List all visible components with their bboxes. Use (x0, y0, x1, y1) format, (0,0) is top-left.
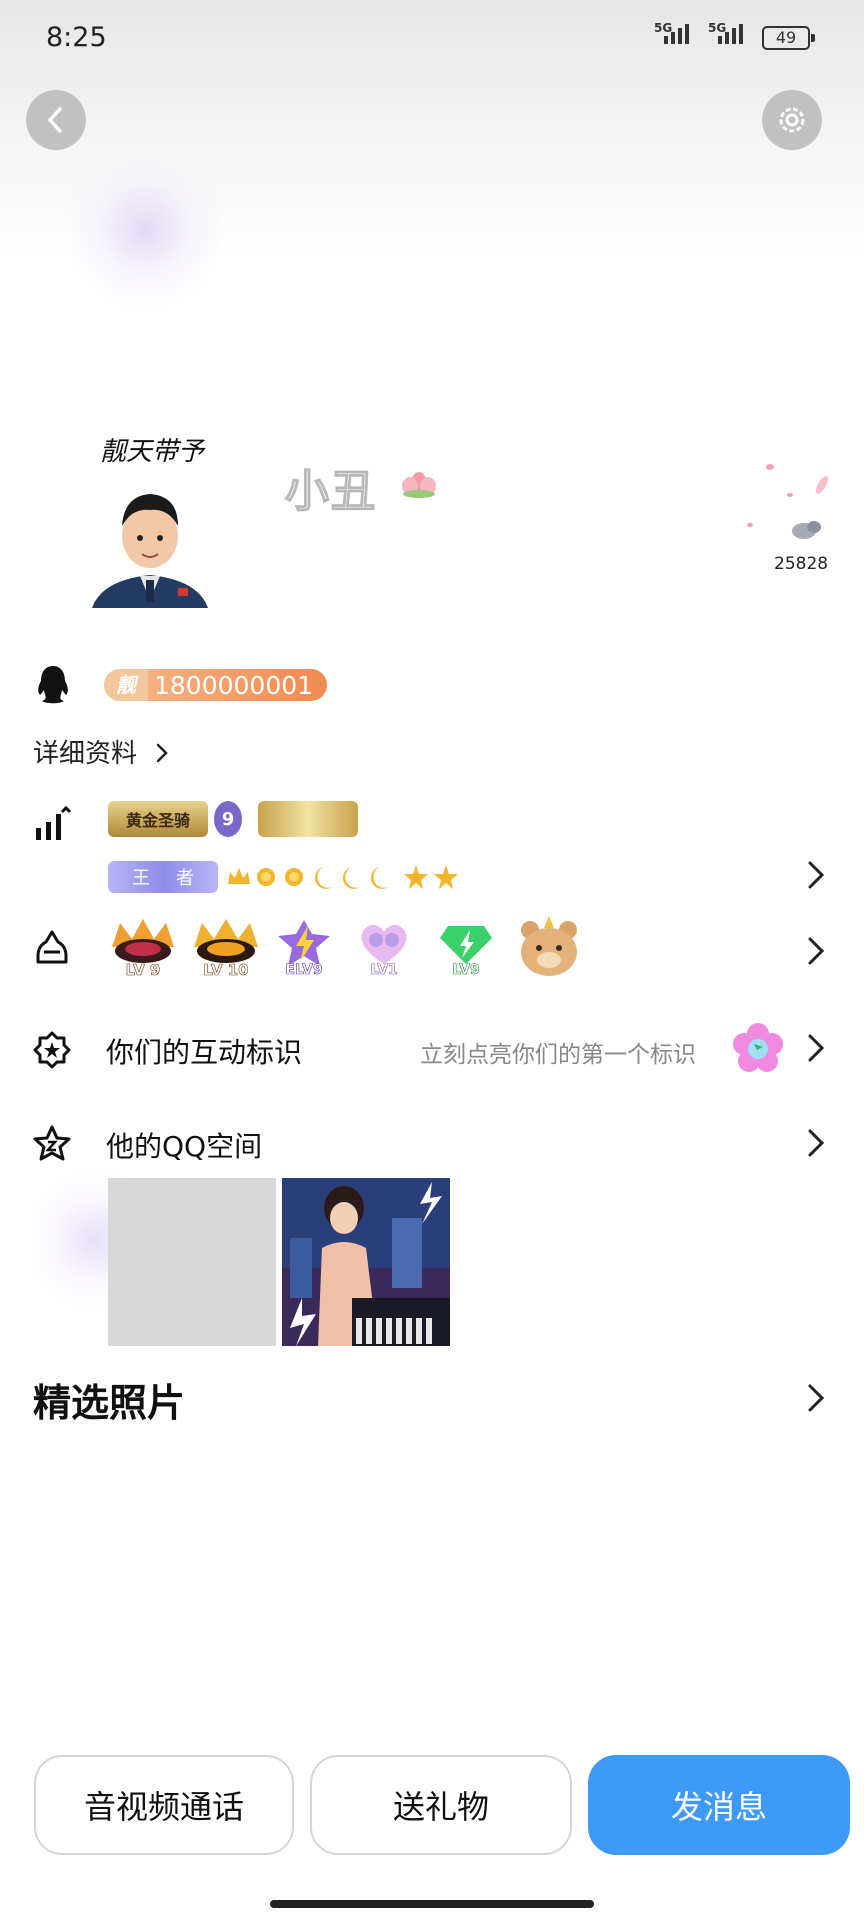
rank-trend-icon (36, 805, 72, 840)
game-rank-badge[interactable] (258, 801, 358, 837)
qq-number-badge[interactable]: 靓 1800000001 (104, 669, 328, 701)
qzone-thumbnail[interactable] (108, 1178, 276, 1346)
battery-icon: 49 (762, 26, 815, 50)
signal-icon: 5G (708, 21, 743, 44)
game-rank-badge[interactable]: 黄金圣骑 (108, 801, 208, 837)
achievement-icon (36, 930, 68, 964)
chevron-right-icon[interactable] (804, 933, 828, 969)
likes-count: 25828 (774, 554, 829, 574)
back-arrow-icon (48, 107, 62, 133)
like-petals-icon[interactable] (730, 455, 850, 555)
badge-star-icon (33, 1031, 71, 1069)
qq-number: 1800000001 (154, 670, 314, 700)
gem-medal-icon (440, 926, 492, 964)
rank-number-badge: 9 (214, 801, 242, 837)
send-gift-button[interactable]: 送礼物 (310, 1755, 572, 1855)
send-message-button[interactable]: 发消息 (588, 1755, 850, 1855)
achievement-medal[interactable]: LV1 (352, 914, 416, 982)
lotus-icon (402, 472, 436, 498)
home-indicator[interactable] (270, 1900, 594, 1908)
qzone-thumbnail[interactable] (282, 1178, 450, 1346)
crown-medal-icon (112, 919, 174, 963)
chevron-right-icon[interactable] (804, 1380, 828, 1416)
qzone-star-icon (33, 1125, 71, 1161)
svg-text:靓天带予: 靓天带予 (100, 437, 206, 467)
achievement-medal[interactable]: LV 10 (188, 914, 264, 982)
gear-icon (779, 107, 805, 133)
settings-button[interactable] (762, 90, 822, 150)
status-bar: 8:25 5G 5G 49 (0, 0, 864, 80)
signal-icon: 5G (654, 21, 689, 44)
heart-medal-icon (361, 924, 407, 964)
nickname: 小丑 (284, 465, 377, 517)
chevron-right-icon (157, 743, 169, 763)
level-stars-icon (228, 865, 458, 889)
qq-penguin-icon (38, 666, 68, 704)
chevron-right-icon[interactable] (804, 857, 828, 893)
detail-info-label: 详细资料 (33, 739, 138, 769)
background-sparkle (70, 140, 220, 320)
chevron-right-icon[interactable] (804, 1125, 828, 1161)
crown-medal-icon (194, 919, 258, 963)
interaction-hint[interactable]: 立刻点亮你们的第一个标识 (420, 1035, 696, 1069)
pretty-number-tag: 靓 (104, 669, 148, 701)
achievement-medal[interactable]: LV9 (434, 914, 498, 982)
achievement-medal[interactable]: ELV9 (272, 914, 336, 982)
king-rank-badge[interactable]: 王 者 (108, 861, 218, 893)
achievement-medal[interactable]: LV 9 (106, 914, 180, 982)
lightning-medal-icon (278, 920, 330, 966)
bear-medal-icon[interactable] (516, 914, 582, 980)
audio-video-call-button[interactable]: 音视频通话 (34, 1755, 294, 1855)
detail-info-link[interactable]: 详细资料 (33, 733, 171, 770)
qzone-label: 他的QQ空间 (106, 1130, 263, 1163)
avatar[interactable]: 靓天带予 (82, 430, 218, 614)
status-time: 8:25 (46, 22, 107, 53)
back-button[interactable] (26, 90, 86, 150)
featured-photos-title: 精选照片 (33, 1381, 186, 1425)
interaction-label: 你们的互动标识 (106, 1036, 303, 1069)
chevron-right-icon[interactable] (804, 1030, 828, 1066)
flower-icon (733, 1023, 783, 1072)
